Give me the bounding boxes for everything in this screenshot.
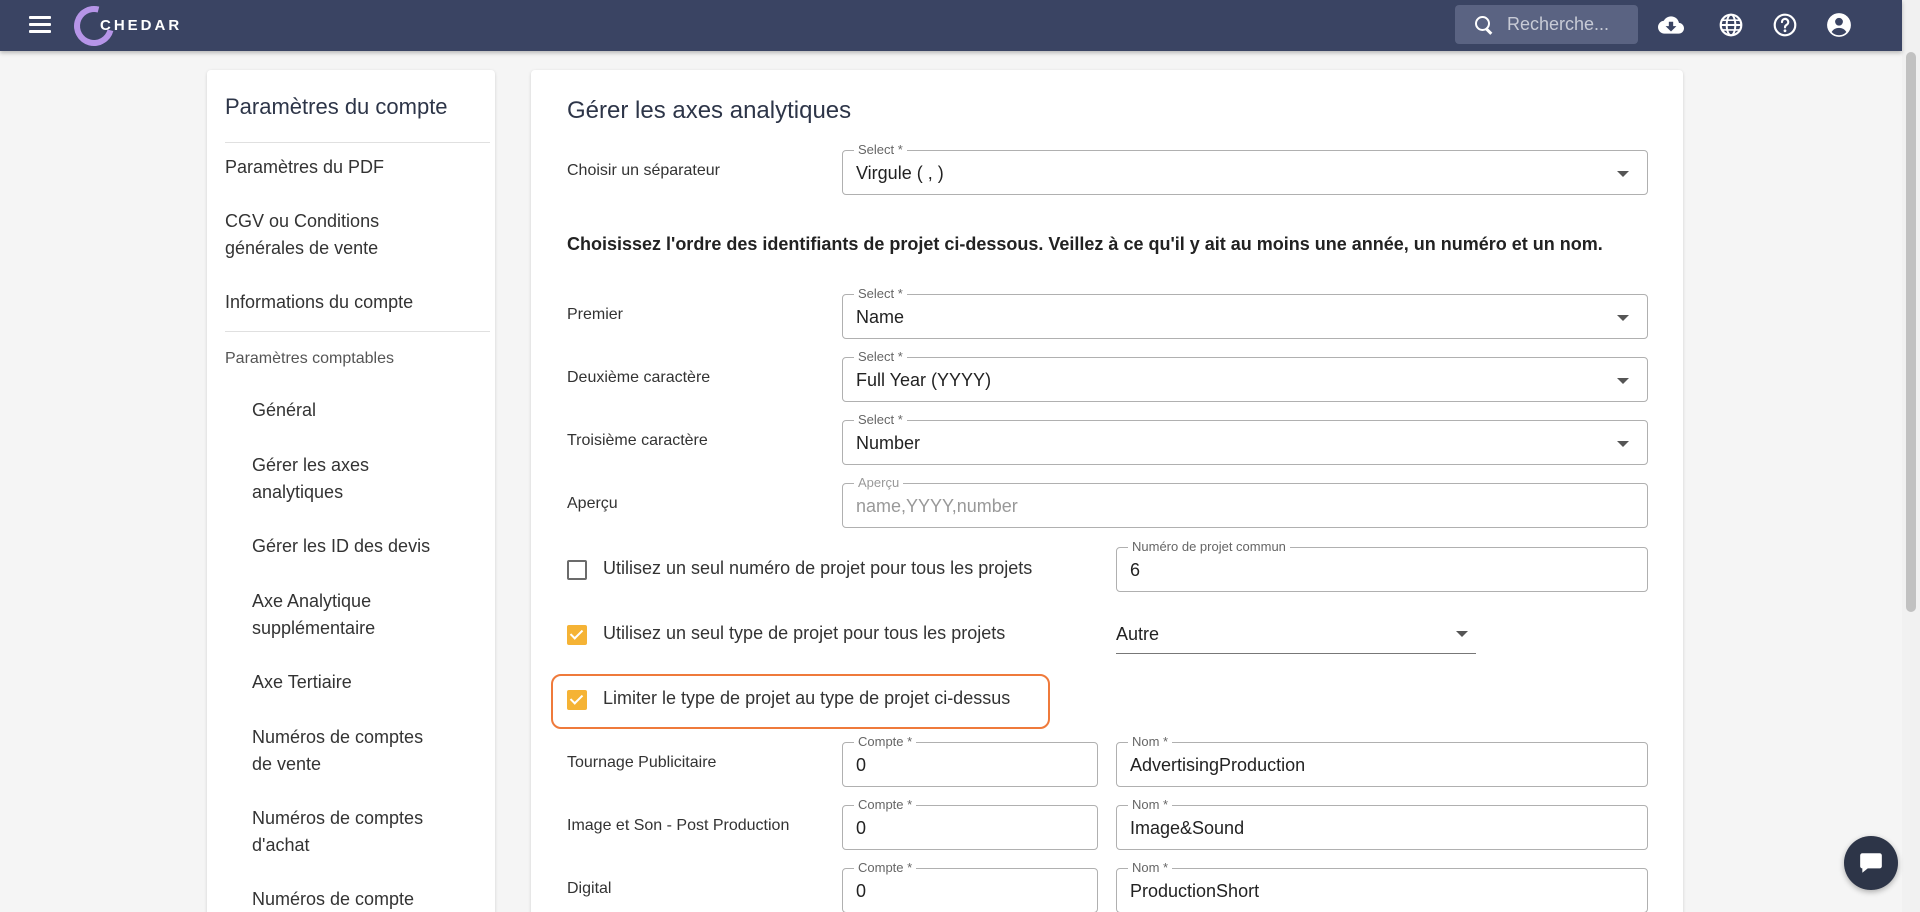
separator-label: Choisir un séparateur bbox=[567, 162, 720, 179]
field-label: Select * bbox=[854, 412, 907, 428]
input-value: 0 bbox=[856, 881, 867, 901]
common-project-number-input[interactable]: Numéro de projet commun 6 bbox=[1116, 539, 1648, 592]
globe-icon[interactable] bbox=[1718, 12, 1744, 38]
chat-button[interactable] bbox=[1844, 836, 1898, 890]
sidebar-section-accounting: Paramètres comptables bbox=[225, 350, 394, 367]
logo-mark bbox=[66, 0, 122, 54]
second-select[interactable]: Select * Full Year (YYYY) bbox=[842, 349, 1648, 402]
input-value: AdvertisingProduction bbox=[1130, 755, 1306, 775]
input-value: ProductionShort bbox=[1130, 881, 1260, 901]
field-label: Select * bbox=[854, 286, 907, 302]
project-type-label: Image et Son - Post Production bbox=[567, 817, 790, 834]
settings-sidebar: Paramètres du compte Paramètres du PDF C… bbox=[207, 70, 495, 912]
cloud-download-icon[interactable] bbox=[1658, 12, 1684, 38]
preview-value: name,YYYY,number bbox=[856, 496, 1018, 516]
field-label: Select * bbox=[854, 349, 907, 365]
field-label: Select * bbox=[854, 142, 907, 158]
input-value: 0 bbox=[856, 818, 867, 838]
nom-input[interactable]: Nom * ProductionShort bbox=[1116, 860, 1648, 912]
compte-input[interactable]: Compte * 0 bbox=[842, 734, 1098, 787]
separator-select[interactable]: Select * Virgule ( , ) bbox=[842, 142, 1648, 195]
sidebar-item-purchase-accounts[interactable]: Numéros de comptes d'achat bbox=[252, 805, 423, 859]
account-icon[interactable] bbox=[1826, 12, 1852, 38]
single-type-checkbox[interactable] bbox=[567, 625, 587, 645]
limit-type-checkbox[interactable] bbox=[567, 690, 587, 710]
nom-input[interactable]: Nom * AdvertisingProduction bbox=[1116, 734, 1648, 787]
caret-down-icon bbox=[1617, 171, 1629, 177]
second-select-label: Deuxième caractère bbox=[567, 369, 711, 386]
nom-input[interactable]: Nom * Image&Sound bbox=[1116, 797, 1648, 850]
sidebar-item-general[interactable]: Général bbox=[252, 397, 316, 424]
scrollbar-thumb[interactable] bbox=[1906, 52, 1916, 612]
divider bbox=[225, 142, 490, 143]
sidebar-item-account-info[interactable]: Informations du compte bbox=[225, 289, 413, 316]
select-value: Autre bbox=[1116, 624, 1160, 644]
instructions-text: Choisissez l'ordre des identifiants de p… bbox=[567, 234, 1603, 254]
sidebar-item-account-numbers[interactable]: Numéros de compte bbox=[252, 886, 414, 912]
select-value: Number bbox=[856, 433, 921, 453]
top-app-bar: CHEDAR bbox=[0, 0, 1902, 54]
search-icon bbox=[1475, 15, 1493, 34]
logo[interactable]: CHEDAR bbox=[66, 0, 182, 54]
sidebar-item-sales-accounts[interactable]: Numéros de comptes de vente bbox=[252, 724, 423, 778]
select-value: Full Year (YYYY) bbox=[856, 370, 992, 390]
compte-input[interactable]: Compte * 0 bbox=[842, 797, 1098, 850]
help-icon[interactable] bbox=[1772, 12, 1798, 38]
sidebar-item-extra-axis[interactable]: Axe Analytique supplémentaire bbox=[252, 588, 375, 642]
analytic-axes-card: Gérer les axes analytiques Choisir un sé… bbox=[531, 70, 1683, 912]
sidebar-title: Paramètres du compte bbox=[225, 94, 448, 119]
search-input[interactable] bbox=[1507, 14, 1627, 35]
first-select-label: Premier bbox=[567, 306, 624, 323]
menu-icon[interactable] bbox=[26, 12, 54, 38]
sidebar-item-cgv[interactable]: CGV ou Conditions générales de vente bbox=[225, 208, 379, 262]
field-label: Compte * bbox=[854, 734, 917, 750]
chat-bubble-icon bbox=[1860, 853, 1882, 873]
sidebar-item-analytic-axes[interactable]: Gérer les axes analytiques bbox=[252, 452, 369, 506]
select-value: Name bbox=[856, 307, 905, 327]
limit-type-label: Limiter le type de projet au type de pro… bbox=[603, 688, 1011, 708]
divider bbox=[225, 331, 490, 332]
sidebar-item-quote-ids[interactable]: Gérer les ID des devis bbox=[252, 533, 430, 560]
input-value: Image&Sound bbox=[1130, 818, 1245, 838]
caret-down-icon bbox=[1617, 441, 1629, 447]
third-select[interactable]: Select * Number bbox=[842, 412, 1648, 465]
preview-label: Aperçu bbox=[567, 495, 618, 512]
field-label: Nom * bbox=[1128, 797, 1173, 813]
select-value: Virgule ( , ) bbox=[856, 163, 944, 183]
first-select[interactable]: Select * Name bbox=[842, 286, 1648, 339]
single-number-label: Utilisez un seul numéro de projet pour t… bbox=[603, 558, 1033, 578]
preview-field: Aperçu name,YYYY,number bbox=[842, 475, 1648, 528]
compte-input[interactable]: Compte * 0 bbox=[842, 860, 1098, 912]
field-label: Compte * bbox=[854, 860, 917, 876]
single-type-label: Utilisez un seul type de projet pour tou… bbox=[603, 623, 1006, 643]
field-label: Aperçu bbox=[854, 475, 904, 491]
field-label: Nom * bbox=[1128, 860, 1173, 876]
project-type-label: Tournage Publicitaire bbox=[567, 754, 717, 771]
page-scrollbar[interactable] bbox=[1902, 0, 1920, 912]
field-label: Numéro de projet commun bbox=[1128, 539, 1290, 555]
search-box[interactable] bbox=[1455, 5, 1638, 44]
field-label: Nom * bbox=[1128, 734, 1173, 750]
sidebar-item-pdf[interactable]: Paramètres du PDF bbox=[225, 154, 384, 181]
caret-down-icon bbox=[1456, 631, 1468, 637]
field-label: Compte * bbox=[854, 797, 917, 813]
single-number-checkbox[interactable] bbox=[567, 560, 587, 580]
input-value: 0 bbox=[856, 755, 867, 775]
project-type-label: Digital bbox=[567, 880, 612, 897]
project-type-select[interactable]: Autre bbox=[1116, 614, 1476, 654]
third-select-label: Troisième caractère bbox=[567, 432, 708, 449]
caret-down-icon bbox=[1617, 315, 1629, 321]
input-value: 6 bbox=[1130, 560, 1141, 580]
sidebar-item-tertiary-axis[interactable]: Axe Tertiaire bbox=[252, 669, 352, 696]
page-title: Gérer les axes analytiques bbox=[567, 97, 852, 124]
caret-down-icon bbox=[1617, 378, 1629, 384]
